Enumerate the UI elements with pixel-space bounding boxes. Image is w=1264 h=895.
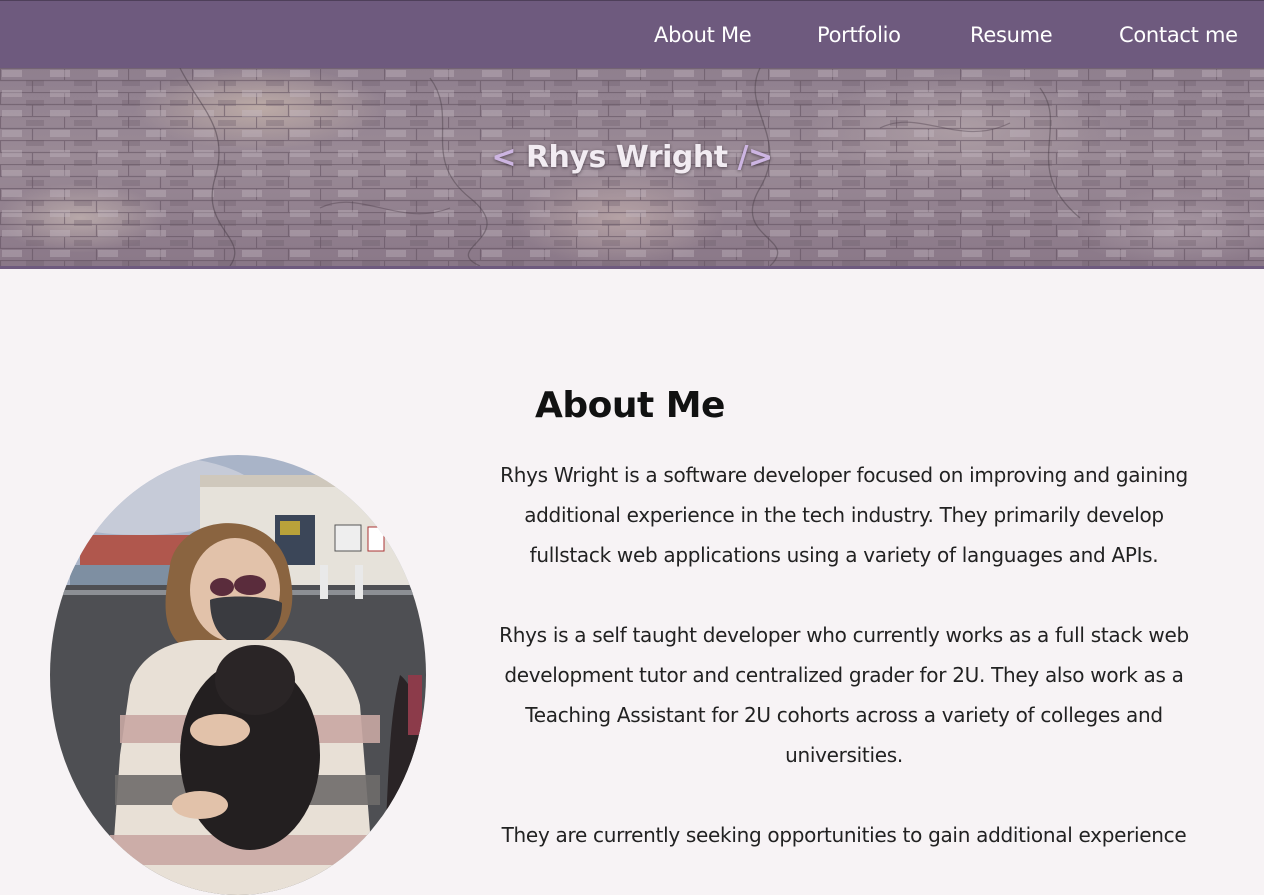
profile-photo-illustration — [50, 455, 426, 895]
close-bracket-glyph: /> — [737, 140, 774, 175]
nav-link-contact-me[interactable]: Contact me — [1119, 21, 1238, 49]
hero-title: < Rhys Wright /> — [0, 138, 1264, 178]
hero-name: Rhys Wright — [525, 140, 728, 175]
section-heading-about-me: About Me — [535, 384, 725, 426]
about-paragraph: They are currently seeking opportunities… — [501, 823, 1187, 847]
nav-link-portfolio[interactable]: Portfolio — [817, 21, 901, 49]
about-me-text: Rhys Wright is a software developer focu… — [484, 455, 1204, 895]
hero-bottom-border — [0, 266, 1264, 269]
about-paragraph: Rhys is a self taught developer who curr… — [499, 623, 1189, 767]
nav-link-about-me[interactable]: About Me — [654, 21, 752, 49]
profile-photo — [50, 455, 426, 895]
about-paragraph: Rhys Wright is a software developer focu… — [500, 463, 1188, 567]
navbar: About Me Portfolio Resume Contact me — [0, 0, 1264, 68]
hero-banner: < Rhys Wright /> — [0, 68, 1264, 266]
nav-link-resume[interactable]: Resume — [970, 21, 1053, 49]
open-bracket-glyph: < — [491, 140, 516, 175]
